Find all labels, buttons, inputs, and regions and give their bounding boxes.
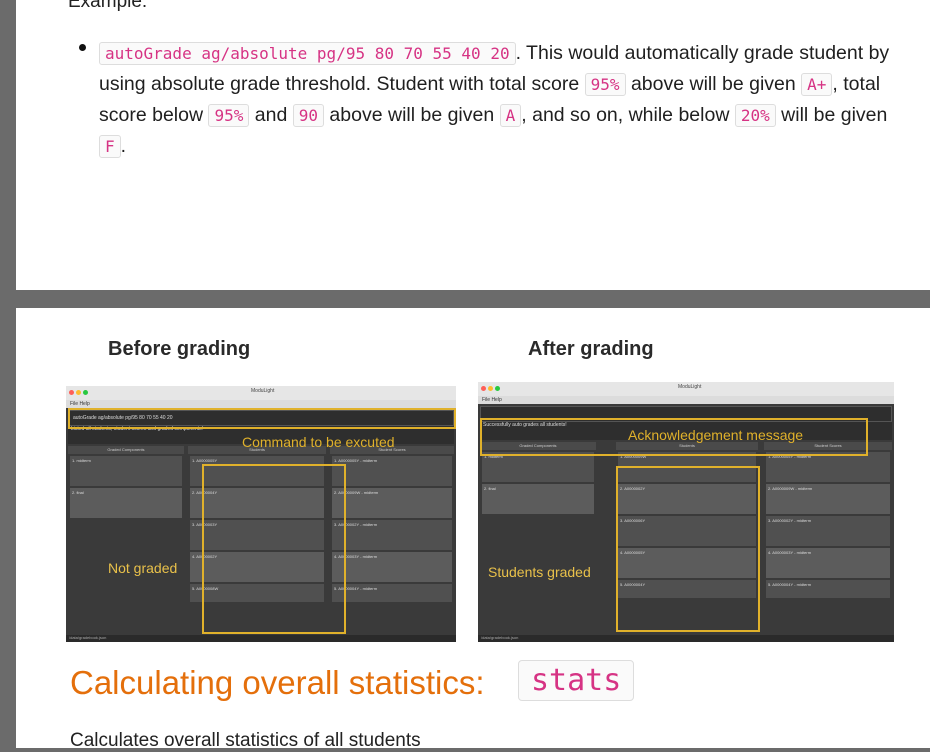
students-highlight [616,466,760,632]
app-title: ModuLight [251,388,275,394]
menu-bar: File Help [478,396,894,404]
list-item: 2. A0000009W - midterm [766,484,890,514]
list-item: 1. A0000005Y - midterm [766,452,890,482]
list-item: 1. midterm [70,456,182,486]
example-card: Example: autoGrade ag/absolute pg/95 80 … [16,0,930,290]
close-dot [69,390,74,395]
after-screenshot: ModuLight File Help Successfully auto gr… [478,382,894,642]
close-dot [481,386,486,391]
inline-code: 90 [292,104,325,127]
inline-code: 20% [734,104,776,127]
annotation-not-graded: Not graded [108,560,178,576]
inline-code: A [499,104,522,127]
list-item: 1. A0000005Y - midterm [332,456,452,486]
inline-code: A+ [801,73,833,96]
annotation-command: Command to be excuted [242,434,395,450]
app-title: ModuLight [678,384,702,390]
command-highlight [68,408,456,429]
list-item: 3. A0000002Y - midterm [332,520,452,550]
maximize-dot [83,390,88,395]
list-item: 5. A0000004Y - midterm [766,580,890,598]
text: and [249,104,293,126]
list-item: 4. A0000003Y - midterm [766,548,890,578]
text: will be given [775,104,888,126]
column-header: Graded Components [68,446,184,454]
scores-column: Student Scores 1. A0000005Y - midterm 2.… [764,442,892,634]
components-column: Graded Components 1. midterm 2. final [480,442,596,634]
scores-column: Student Scores 1. A0000005Y - midterm 2.… [330,446,454,634]
bullet-dot [79,44,86,51]
list-item: 3. A0000002Y - midterm [766,516,890,546]
students-highlight [202,464,346,634]
menu-bar: File Help [66,400,456,408]
inline-code: 95% [584,73,626,96]
list-item: 2. final [70,488,182,518]
inline-code: F [99,135,121,158]
text: above will be given [625,73,802,95]
annotation-ack: Acknowledgement message [628,427,804,443]
section-code: stats [518,660,635,701]
status-bar: /data/gradebook.json [478,635,894,642]
inline-code: 95% [208,104,250,127]
list-item: 5. A0000004Y - midterm [332,584,452,602]
before-screenshot: ModuLight File Help autoGrade ag/absolut… [66,386,456,642]
window-titlebar: ModuLight [478,382,894,396]
maximize-dot [495,386,500,391]
example-paragraph: autoGrade ag/absolute pg/95 80 70 55 40 … [99,38,899,162]
command-code: autoGrade ag/absolute pg/95 80 70 55 40 … [99,42,516,65]
list-item: 2. A0000009W - midterm [332,488,452,518]
list-item: 4. A0000003Y - midterm [332,552,452,582]
minimize-dot [76,390,81,395]
status-bar: /data/gradebook.json [66,635,456,642]
window-titlebar: ModuLight [66,386,456,400]
components-column: Graded Components 1. midterm 2. final [68,446,184,634]
section-description: Calculates overall statistics of all stu… [70,730,421,751]
text: . [120,135,127,157]
list-item: 2. final [482,484,594,514]
example-heading: Example: [68,0,148,12]
list-item: 1. midterm [482,452,594,482]
after-title: After grading [528,338,654,360]
text: above will be given [324,104,500,126]
text: , and so on, while below [521,104,735,126]
annotation-students-graded: Students graded [488,564,591,580]
section-heading: Calculating overall statistics: [70,664,485,701]
minimize-dot [488,386,493,391]
before-title: Before grading [108,338,251,360]
